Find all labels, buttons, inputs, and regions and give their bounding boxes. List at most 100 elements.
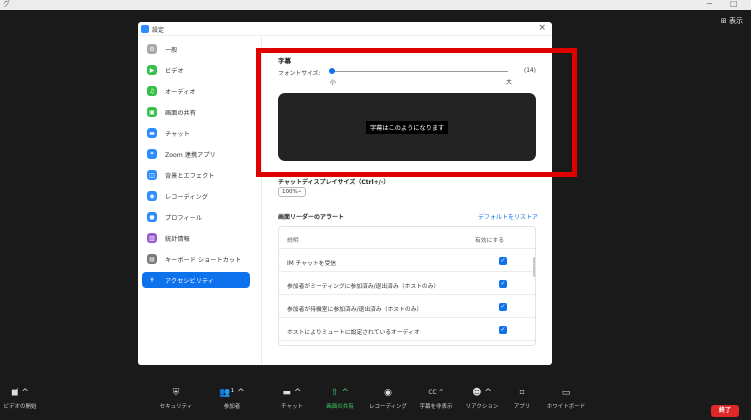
sidebar-item-label: アクセシビリティ: [165, 277, 214, 285]
toolbar-label: 参加者: [223, 404, 241, 410]
reactions-button[interactable]: ☻ ^ リアクション: [462, 386, 502, 410]
table-row: ホストによりミュートに設定されているオーディオ ✓: [279, 319, 535, 341]
sidebar-item-label: プロフィール: [165, 214, 203, 222]
stats-icon: ▥: [147, 233, 157, 243]
whiteboard-icon: ▭: [561, 388, 571, 398]
sidebar-item-label: 統計情報: [165, 235, 190, 243]
sidebar-item-label: ビデオ: [165, 67, 184, 75]
start-video-button[interactable]: ◼̸ ^ ビデオの開始: [0, 386, 40, 410]
chat-icon: ▬: [147, 128, 157, 138]
sidebar-item-recording[interactable]: ◉ レコーディング: [142, 188, 250, 204]
dialog-title: 設定: [152, 27, 165, 34]
chat-bubble-icon: ▬ ^: [282, 388, 302, 398]
table-row: 参加者がミーティングに参加済み/退出済み（ホストのみ） ✓: [279, 273, 535, 295]
share-icon: ⇧ ^: [331, 388, 349, 398]
accessibility-icon: ✝: [149, 276, 155, 284]
enable-checkbox[interactable]: ✓: [499, 280, 507, 288]
restore-defaults-link[interactable]: デフォルトをリストア: [478, 212, 538, 221]
toolbar-label: レコーディング: [368, 404, 408, 410]
sidebar-item-zoom-apps[interactable]: ⌗ Zoom 連携アプリ: [142, 146, 250, 162]
screen-reader-alerts-table: 説明 有効にする IM チャットを受信 ✓ 参加者がミーティングに参加済み/退出…: [278, 226, 536, 346]
hide-captions-button[interactable]: CC ^ 字幕を非表示: [416, 386, 456, 410]
profile-icon: ●: [147, 212, 157, 222]
sidebar-item-share-screen[interactable]: ▣ 画面の共有: [142, 104, 250, 120]
toolbar-label: ホワイトボード: [546, 404, 586, 410]
apps-icon: ⌗: [147, 149, 157, 159]
chat-zoom-value: 100%: [282, 189, 298, 195]
minimize-button[interactable]: −: [706, 0, 713, 8]
toolbar-label: 画面の共有: [326, 404, 354, 410]
close-icon[interactable]: ×: [538, 23, 546, 33]
highlight-box: [256, 48, 577, 177]
window-title-bar: グ − □: [0, 0, 751, 10]
apps-button[interactable]: ⌗ アプリ: [502, 386, 542, 410]
gear-icon: ⚙: [147, 44, 157, 54]
col-enabled: 有効にする: [475, 238, 505, 244]
enable-checkbox[interactable]: ✓: [499, 326, 507, 334]
record-icon: ◉: [384, 388, 392, 398]
video-off-icon: ◼̸ ^: [11, 388, 29, 398]
table-row: IM チャットを受信 ✓: [279, 250, 535, 272]
sidebar-item-label: 画面の共有: [165, 109, 196, 117]
share-screen-button[interactable]: ⇧ ^ 画面の共有: [320, 386, 360, 410]
chat-button[interactable]: ▬ ^ チャット: [272, 386, 312, 410]
table-header: 説明 有効にする: [279, 227, 535, 249]
cc-icon: CC ^: [428, 389, 444, 396]
sidebar-item-statistics[interactable]: ▥ 統計情報: [142, 230, 250, 246]
sidebar-item-audio[interactable]: ♫ オーディオ: [142, 83, 250, 99]
toolbar-label: リアクション: [465, 404, 499, 410]
meeting-toolbar: ◼̸ ^ ビデオの開始 ⛨ セキュリティ 👥¹ ^ 参加者 ▬ ^ チャット ⇧…: [0, 386, 751, 420]
sidebar-item-label: オーディオ: [165, 88, 196, 96]
video-icon: ▶: [147, 65, 157, 75]
whiteboard-button[interactable]: ▭ ホワイトボード: [546, 386, 586, 410]
sidebar-item-label: チャット: [165, 130, 190, 138]
reaction-icon: ☻ ^: [472, 388, 492, 398]
window-title: グ: [3, 0, 10, 8]
chat-display-heading: チャットディスプレイサイズ（Ctrl+/-）: [278, 179, 390, 186]
table-scrollbar[interactable]: [533, 257, 535, 277]
row-label: ホストによりミュートに設定されているオーディオ: [287, 330, 420, 336]
toolbar-label: セキュリティ: [159, 404, 193, 410]
end-meeting-button[interactable]: 終了: [711, 405, 739, 417]
toolbar-label: ビデオの開始: [3, 404, 37, 410]
table-row: 参加者が待機室に参加済み/退出済み（ホストのみ） ✓: [279, 296, 535, 318]
participants-icon: 👥¹ ^: [219, 388, 245, 398]
security-button[interactable]: ⛨ セキュリティ: [156, 386, 196, 410]
chevron-down-icon: ⌄: [297, 188, 302, 194]
sidebar-item-accessibility[interactable]: ✝ アクセシビリティ: [142, 272, 250, 288]
record-button[interactable]: ◉ レコーディング: [368, 386, 408, 410]
sidebar-item-label: 背景とエフェクト: [165, 172, 215, 180]
participants-button[interactable]: 👥¹ ^ 参加者: [212, 386, 252, 410]
toolbar-label: 字幕を非表示: [419, 404, 453, 410]
apps-grid-icon: ⌗: [519, 388, 525, 398]
sidebar-item-general[interactable]: ⚙ 一般: [142, 41, 250, 57]
chat-zoom-select[interactable]: 100% ⌄: [278, 187, 306, 197]
settings-sidebar: ⚙ 一般 ▶ ビデオ ♫ オーディオ ▣ 画面の共有 ▬ チャット ⌗ Zoom…: [138, 37, 262, 365]
enable-checkbox[interactable]: ✓: [499, 257, 507, 265]
sidebar-item-label: レコーディング: [165, 193, 208, 201]
sidebar-item-keyboard-shortcuts[interactable]: ▤ キーボード ショートカット: [142, 251, 250, 267]
record-icon: ◉: [147, 191, 157, 201]
sidebar-item-label: 一般: [165, 46, 178, 54]
row-label: IM チャットを受信: [287, 261, 337, 267]
row-label: 参加者がミーティングに参加済み/退出済み（ホストのみ）: [287, 284, 440, 290]
maximize-button[interactable]: □: [730, 0, 738, 8]
view-button[interactable]: ⊞ 表示: [721, 16, 743, 26]
sidebar-item-label: Zoom 連携アプリ: [165, 151, 216, 159]
toolbar-label: アプリ: [513, 404, 531, 410]
zoom-logo-icon: [141, 25, 149, 33]
keyboard-icon: ▤: [147, 254, 157, 264]
screen-reader-heading: 画面リーダーのアラート: [278, 214, 345, 221]
sidebar-item-chat[interactable]: ▬ チャット: [142, 125, 250, 141]
col-description: 説明: [287, 238, 299, 244]
headphone-icon: ♫: [147, 86, 157, 96]
background-icon: ◫: [147, 170, 157, 180]
row-label: 参加者が待機室に参加済み/退出済み（ホストのみ）: [287, 307, 423, 313]
shield-icon: ⛨: [172, 388, 180, 398]
toolbar-label: チャット: [281, 404, 303, 410]
enable-checkbox[interactable]: ✓: [499, 303, 507, 311]
sidebar-item-background[interactable]: ◫ 背景とエフェクト: [142, 167, 250, 183]
sidebar-item-video[interactable]: ▶ ビデオ: [142, 62, 250, 78]
dialog-title-bar: 設定 ×: [138, 22, 552, 36]
sidebar-item-profile[interactable]: ● プロフィール: [142, 209, 250, 225]
